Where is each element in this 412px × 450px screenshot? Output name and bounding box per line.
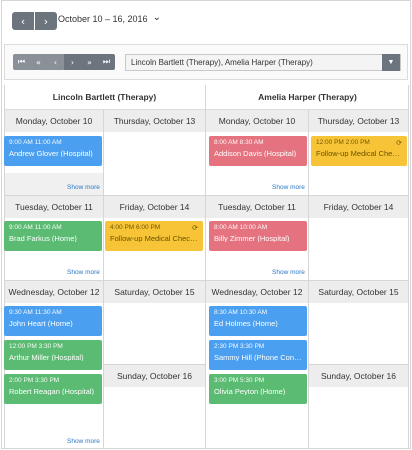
appointment-time: 4:00 PM 6:00 PM: [110, 224, 161, 231]
appointment[interactable]: 4:00 PM 6:00 PM Follow-up Medical Check.…: [105, 221, 203, 251]
prev-resource-button[interactable]: ‹: [47, 54, 64, 70]
appointment-time: 8:00 AM 10:00 AM: [214, 224, 268, 231]
first-page-icon: ⏮: [17, 57, 26, 66]
day-header-tuesday[interactable]: Tuesday, October 11: [206, 196, 308, 218]
resource-select-value: Lincoln Bartlett (Therapy), Amelia Harpe…: [131, 58, 313, 67]
date-range-picker[interactable]: October 10 – 16, 2016 ⌄: [58, 11, 161, 25]
show-more-link[interactable]: Show more: [272, 269, 305, 276]
appointment[interactable]: 9:00 AM 11:00 AM Andrew Glover (Hospital…: [4, 136, 102, 166]
appointment-subject: Addison Davis (Hospital): [214, 149, 297, 157]
appointment-subject: Arthur Miller (Hospital): [9, 353, 84, 361]
resource-header-lincoln: Lincoln Bartlett (Therapy): [4, 85, 205, 110]
day-header-friday[interactable]: Friday, October 14: [309, 196, 408, 218]
appointment[interactable]: 2:00 PM 3:30 PM Robert Reagan (Hospital): [4, 374, 102, 404]
double-chevron-left-icon: «: [36, 57, 41, 67]
appointment-time: 8:00 AM 8:30 AM: [214, 139, 264, 146]
day-header-thursday[interactable]: Thursday, October 13: [104, 110, 205, 132]
grid-line: [408, 85, 409, 449]
show-more-link[interactable]: Show more: [67, 184, 100, 191]
day-header-saturday[interactable]: Saturday, October 15: [104, 281, 205, 303]
day-header-tuesday[interactable]: Tuesday, October 11: [5, 196, 103, 218]
date-range-label: October 10 – 16, 2016: [58, 14, 148, 24]
appointment[interactable]: 3:00 PM 5:30 PM Olivia Peyton (Home): [209, 374, 307, 404]
recurrence-icon: ⟳: [192, 224, 198, 232]
appointment[interactable]: 8:00 AM 8:30 AM Addison Davis (Hospital): [209, 136, 307, 166]
day-header-wednesday[interactable]: Wednesday, October 12: [206, 281, 308, 303]
prev-week-button[interactable]: ‹: [12, 12, 34, 30]
appointment[interactable]: 12:00 PM 3:30 PM Arthur Miller (Hospital…: [4, 340, 102, 370]
appointment-subject: Sammy Hill (Phone Cons...: [214, 353, 302, 361]
appointment-subject: Billy Zimmer (Hospital): [214, 234, 290, 242]
appointment-time: 8:30 AM 10:30 AM: [214, 309, 268, 316]
appointment[interactable]: 9:00 AM 11:00 AM Brad Farkus (Home): [4, 221, 102, 251]
last-resource-button[interactable]: ⏭: [98, 54, 115, 70]
chevron-left-icon: ‹: [20, 14, 26, 28]
appointment-time: 9:30 AM 11:30 AM: [9, 309, 62, 316]
appointment-subject: Robert Reagan (Hospital): [9, 387, 95, 395]
appointment-time: 12:00 PM 3:30 PM: [9, 343, 63, 350]
appointment[interactable]: 2:30 PM 3:30 PM Sammy Hill (Phone Cons..…: [209, 340, 307, 370]
show-more-link[interactable]: Show more: [67, 438, 100, 445]
appointment-time: 9:00 AM 11:00 AM: [9, 224, 62, 231]
appointment-subject: John Heart (Home): [9, 319, 73, 327]
appointment-subject: Follow-up Medical Check...: [316, 149, 402, 157]
appointment[interactable]: 9:30 AM 11:30 AM John Heart (Home): [4, 306, 102, 336]
chevron-left-icon: ‹: [53, 57, 58, 67]
appointment-time: 9:00 AM 11:00 AM: [9, 139, 62, 146]
day-header-monday[interactable]: Monday, October 10: [5, 110, 103, 132]
next-resource-button[interactable]: ›: [64, 54, 81, 70]
dropdown-caret-icon[interactable]: ▼: [382, 54, 400, 71]
first-resource-button[interactable]: ⏮: [13, 54, 30, 70]
day-header-monday[interactable]: Monday, October 10: [206, 110, 308, 132]
appointment[interactable]: 8:00 AM 10:00 AM Billy Zimmer (Hospital): [209, 221, 307, 251]
double-chevron-right-icon: »: [87, 57, 92, 67]
chevron-right-icon: ›: [43, 14, 49, 28]
next-week-button[interactable]: ›: [35, 12, 57, 30]
last-page-icon: ⏭: [102, 57, 111, 66]
appointment-time: 2:00 PM 3:30 PM: [9, 377, 60, 384]
appointment-subject: Andrew Glover (Hospital): [9, 149, 93, 157]
next-page-button[interactable]: »: [81, 54, 98, 70]
appointment-time: 12:00 PM 2:00 PM: [316, 139, 370, 146]
day-header-sunday[interactable]: Sunday, October 16: [104, 365, 205, 387]
day-header-thursday[interactable]: Thursday, October 13: [309, 110, 408, 132]
prev-page-button[interactable]: «: [30, 54, 47, 70]
grid-line: [205, 85, 206, 449]
appointment-time: 2:30 PM 3:30 PM: [214, 343, 265, 350]
appointment-subject: Ed Holmes (Home): [214, 319, 278, 327]
day-header-sunday[interactable]: Sunday, October 16: [309, 365, 408, 387]
chevron-right-icon: ›: [70, 57, 75, 67]
appointment[interactable]: 12:00 PM 2:00 PM Follow-up Medical Check…: [311, 136, 407, 166]
day-header-wednesday[interactable]: Wednesday, October 12: [5, 281, 103, 303]
appointment[interactable]: 8:30 AM 10:30 AM Ed Holmes (Home): [209, 306, 307, 336]
appointment-subject: Olivia Peyton (Home): [214, 387, 286, 395]
appointment-subject: Brad Farkus (Home): [9, 234, 77, 242]
chevron-down-icon: ⌄: [152, 11, 161, 23]
recurrence-icon: ⟳: [396, 139, 402, 147]
appointment-time: 3:00 PM 5:30 PM: [214, 377, 265, 384]
appointment-subject: Follow-up Medical Check...: [110, 234, 198, 242]
day-header-friday[interactable]: Friday, October 14: [104, 196, 205, 218]
resource-header-amelia: Amelia Harper (Therapy): [206, 85, 409, 110]
show-more-link[interactable]: Show more: [67, 269, 100, 276]
day-header-saturday[interactable]: Saturday, October 15: [309, 281, 408, 303]
show-more-link[interactable]: Show more: [272, 184, 305, 191]
resource-select[interactable]: Lincoln Bartlett (Therapy), Amelia Harpe…: [125, 54, 401, 71]
